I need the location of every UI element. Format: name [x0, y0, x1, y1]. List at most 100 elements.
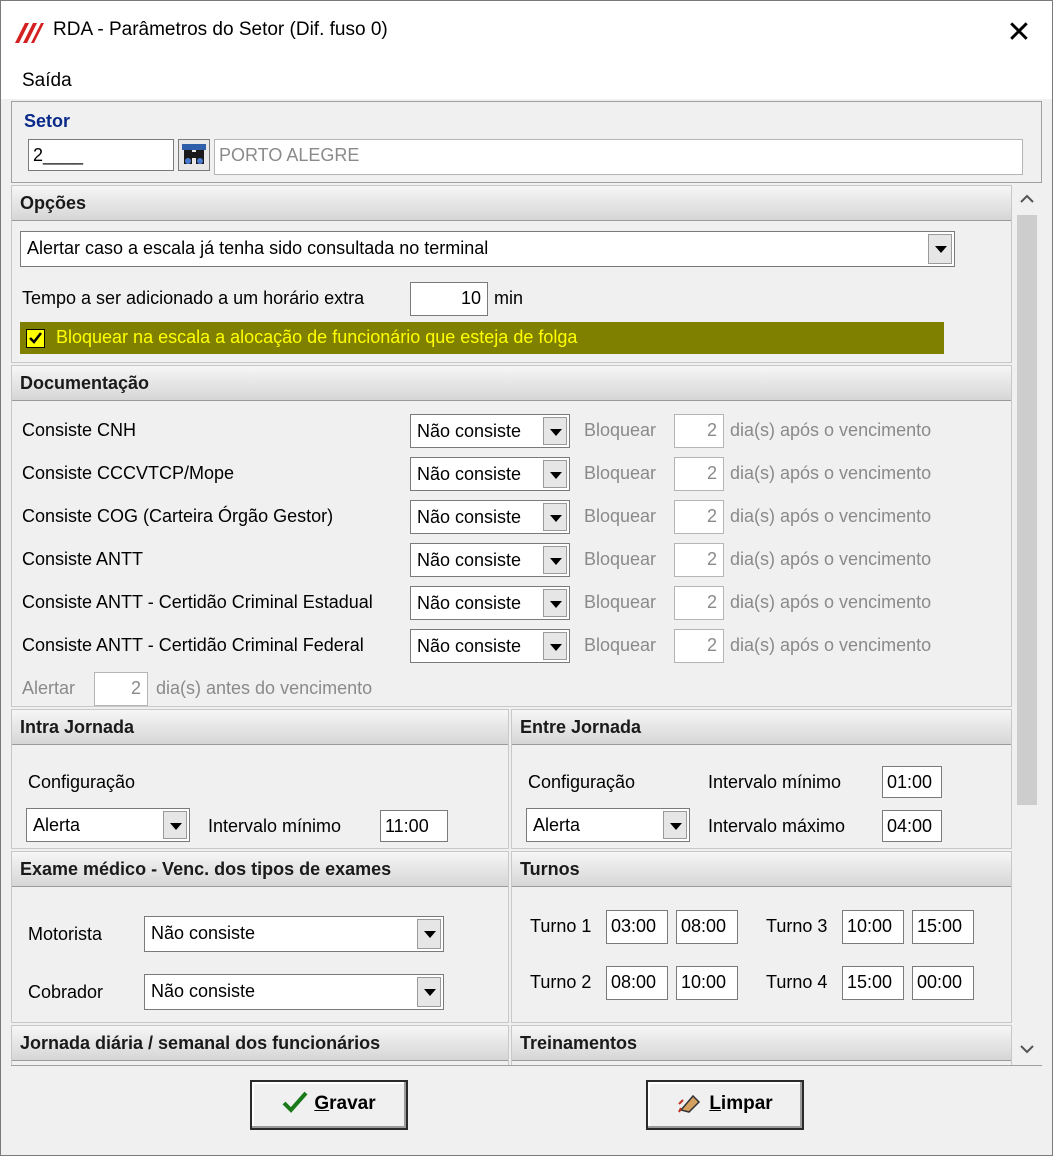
chevron-down-icon[interactable]: [543, 503, 567, 531]
setor-search-button[interactable]: [178, 139, 210, 171]
close-button[interactable]: ✕: [997, 11, 1041, 55]
chevron-down-icon[interactable]: [928, 234, 952, 264]
chevron-down-icon[interactable]: [543, 589, 567, 617]
alertar-days-input: 2: [94, 672, 148, 706]
alert-select[interactable]: Alertar caso a escala já tenha sido cons…: [20, 231, 955, 267]
doc-row-days-input: 2: [674, 414, 724, 448]
turno-end-input[interactable]: 00:00: [912, 966, 974, 1000]
setor-name-field: PORTO ALEGRE: [214, 139, 1023, 175]
turnos-section: Turnos Turno 1 03:00 08:00 Turno 2 08:00 10:0…: [511, 851, 1012, 1023]
doc-row-select[interactable]: Não consiste: [410, 457, 570, 491]
intra-config-label: Configuração: [28, 772, 136, 792]
documentacao-header: Documentação: [12, 366, 1011, 401]
chevron-down-icon[interactable]: [163, 811, 187, 839]
doc-row-label: Consiste ANTT: [22, 549, 144, 569]
doc-row-select[interactable]: Não consiste: [410, 500, 570, 534]
documentacao-section: Documentação Consiste CNH Não consiste Blo…: [11, 365, 1012, 707]
scroll-up-icon[interactable]: [1019, 193, 1035, 205]
entre-min-input[interactable]: 01:00: [882, 766, 942, 798]
main-window: RDA - Parâmetros do Setor (Dif. fuso 0) …: [0, 0, 1053, 1156]
vertical-scrollbar[interactable]: [1012, 185, 1042, 1065]
entre-max-label: Intervalo máximo: [708, 816, 846, 836]
intra-config-select[interactable]: Alerta: [26, 808, 190, 842]
opcoes-section: Opções Alertar caso a escala já tenha si…: [11, 185, 1012, 363]
doc-row-select[interactable]: Não consiste: [410, 629, 570, 663]
options-scroll-area: Opções Alertar caso a escala já tenha si…: [11, 185, 1042, 1065]
doc-row-bloquear-label: Bloquear: [584, 463, 657, 483]
setor-code-input[interactable]: 2____: [28, 139, 174, 171]
chevron-down-icon[interactable]: [543, 632, 567, 660]
doc-row-select[interactable]: Não consiste: [410, 543, 570, 577]
turno-label: Turno 1: [530, 916, 592, 936]
bloquear-checkbox[interactable]: [26, 329, 45, 348]
scroll-down-icon[interactable]: [1019, 1043, 1035, 1055]
doc-row-select[interactable]: Não consiste: [410, 414, 570, 448]
intra-intervalo-input[interactable]: 11:00: [380, 810, 448, 842]
gravar-button[interactable]: Gravar: [250, 1080, 408, 1130]
entre-max-input[interactable]: 04:00: [882, 810, 942, 842]
bloquear-checkbox-label: Bloquear na escala a alocação de funcion…: [56, 327, 578, 347]
close-icon: ✕: [1006, 15, 1032, 50]
chevron-down-icon[interactable]: [543, 417, 567, 445]
check-icon: [29, 332, 42, 344]
window-title: RDA - Parâmetros do Setor (Dif. fuso 0): [53, 19, 388, 40]
alert-select-value: Alertar caso a escala já tenha sido cons…: [27, 238, 489, 258]
doc-row-label: Consiste COG (Carteira Órgão Gestor): [22, 506, 334, 526]
limpar-label: impar: [720, 1093, 773, 1114]
chevron-down-icon[interactable]: [543, 460, 567, 488]
jornada-header: Jornada diária / semanal dos funcionário…: [12, 1026, 508, 1061]
app-logo-icon: [15, 23, 44, 43]
limpar-button[interactable]: Limpar: [646, 1080, 804, 1130]
tempo-input[interactable]: 10: [410, 282, 488, 316]
turno-end-input[interactable]: 08:00: [676, 910, 738, 944]
intra-intervalo-label: Intervalo mínimo: [208, 816, 342, 836]
turno-start-input[interactable]: 15:00: [842, 966, 904, 1000]
entre-config-value: Alerta: [533, 815, 581, 835]
cobrador-select[interactable]: Não consiste: [144, 974, 444, 1010]
alertar-suffix: dia(s) antes do vencimento: [156, 678, 373, 698]
jornada-section: Jornada diária / semanal dos funcionário…: [11, 1025, 509, 1065]
doc-row-label: Consiste CNH: [22, 420, 137, 440]
motorista-select[interactable]: Não consiste: [144, 916, 444, 952]
turno-start-input[interactable]: 10:00: [842, 910, 904, 944]
treinamentos-header: Treinamentos: [512, 1026, 1011, 1061]
chevron-down-icon[interactable]: [543, 546, 567, 574]
tempo-label: Tempo a ser adicionado a um horário extr…: [22, 288, 365, 308]
doc-row-suffix: dia(s) após o vencimento: [730, 506, 932, 526]
doc-row-days-input: 2: [674, 629, 724, 663]
doc-row-days-input: 2: [674, 500, 724, 534]
eraser-icon: [678, 1094, 701, 1113]
chevron-down-icon[interactable]: [417, 919, 441, 949]
turno-label: Turno 3: [766, 916, 828, 936]
title-bar: RDA - Parâmetros do Setor (Dif. fuso 0) …: [1, 1, 1052, 65]
doc-row-select[interactable]: Não consiste: [410, 586, 570, 620]
doc-row-suffix: dia(s) após o vencimento: [730, 420, 932, 440]
doc-row-label: Consiste ANTT - Certidão Criminal Estadu…: [22, 592, 373, 612]
entre-min-label: Intervalo mínimo: [708, 772, 842, 792]
entre-config-select[interactable]: Alerta: [526, 808, 690, 842]
gravar-mnemonic: G: [314, 1093, 330, 1114]
turno-start-input[interactable]: 03:00: [606, 910, 668, 944]
opcoes-header: Opções: [12, 186, 1011, 221]
intra-header: Intra Jornada: [12, 710, 508, 745]
doc-row-suffix: dia(s) após o vencimento: [730, 549, 932, 569]
doc-row-days-input: 2: [674, 457, 724, 491]
setor-label: Setor: [24, 111, 71, 131]
turno-end-input[interactable]: 10:00: [676, 966, 738, 1000]
doc-row-select-value: Não consiste: [417, 550, 522, 570]
doc-row-select-value: Não consiste: [417, 593, 522, 613]
turno-start-input[interactable]: 08:00: [606, 966, 668, 1000]
entre-header: Entre Jornada: [512, 710, 1011, 745]
bloquear-checkbox-row[interactable]: Bloquear na escala a alocação de funcion…: [20, 322, 944, 354]
doc-row-label: Consiste CCCVTCP/Mope: [22, 463, 235, 483]
chevron-down-icon[interactable]: [663, 811, 687, 839]
turno-end-input[interactable]: 15:00: [912, 910, 974, 944]
intra-config-value: Alerta: [33, 815, 81, 835]
scrollbar-thumb[interactable]: [1017, 215, 1037, 805]
chevron-down-icon[interactable]: [417, 977, 441, 1007]
tempo-unit: min: [494, 288, 524, 308]
doc-row-bloquear-label: Bloquear: [584, 635, 657, 655]
menu-item-saida[interactable]: Saída: [22, 70, 72, 92]
bottom-bar: Gravar Limpar: [11, 1065, 1042, 1148]
intra-jornada-section: Intra Jornada Configuração Alerta Interv…: [11, 709, 509, 849]
